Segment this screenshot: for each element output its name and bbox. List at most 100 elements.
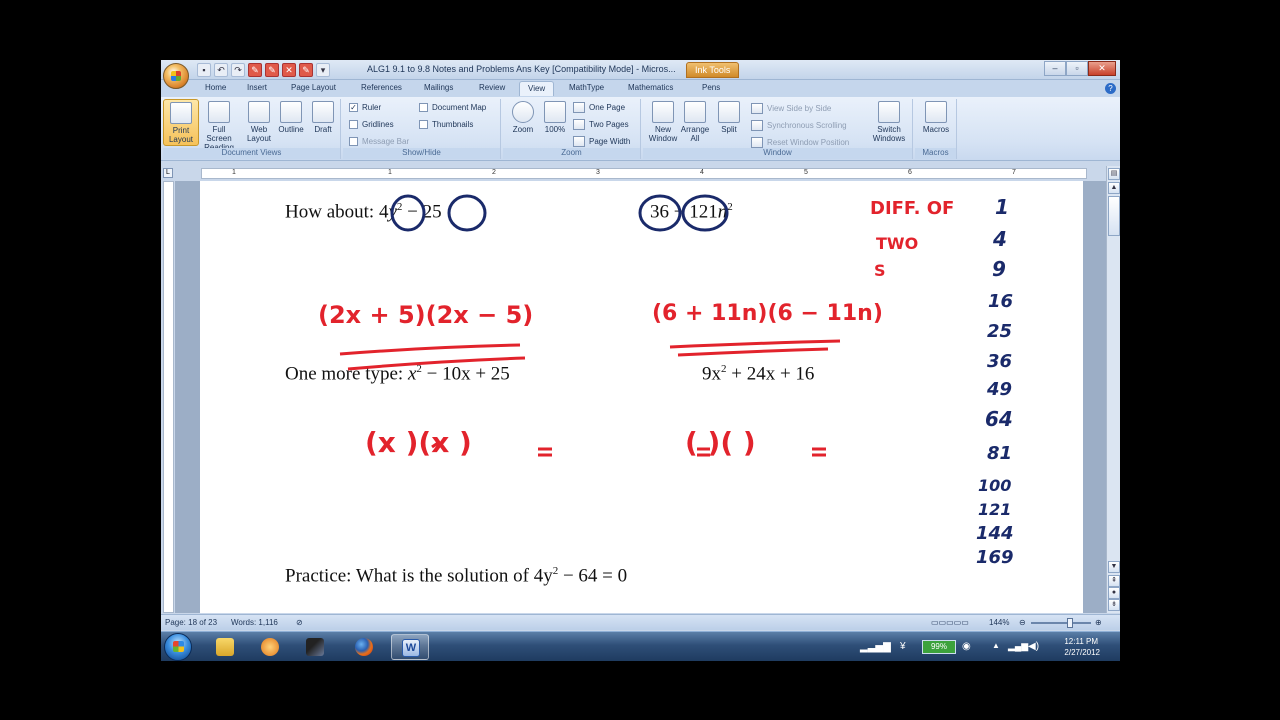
redo-icon[interactable]: ↷ [231, 63, 245, 77]
page-indicator[interactable]: Page: 18 of 23 [165, 618, 217, 627]
tab-mathtype[interactable]: MathType [569, 83, 604, 92]
switch-windows-button[interactable]: Switch Windows [869, 99, 909, 146]
ruler-checkbox[interactable]: ✓ Ruler [349, 103, 381, 112]
taskbar: W ▂▃▅▇ ¥ 99% ◉ ▲ ▂▄▆ ◀) 12:11 PM 2/27/20… [161, 631, 1120, 661]
zoom-slider-thumb[interactable] [1067, 618, 1073, 628]
zoom-button[interactable]: Zoom [505, 99, 541, 146]
split-button[interactable]: Split [711, 99, 747, 146]
taskbar-explorer[interactable] [206, 634, 244, 660]
show-hidden-icons[interactable]: ▲ [992, 641, 1000, 650]
window-title: ALG1 9.1 to 9.8 Notes and Problems Ans K… [367, 64, 676, 74]
macros-button[interactable]: Macros [918, 99, 954, 146]
scroll-thumb[interactable] [1108, 196, 1120, 236]
ruler-toggle-icon[interactable]: ▤ [1108, 168, 1120, 180]
document-map-checkbox[interactable]: Document Map [419, 103, 486, 112]
print-layout-button[interactable]: Print Layout [163, 99, 199, 146]
page-width-button[interactable]: Page Width [573, 136, 630, 147]
new-window-button[interactable]: New Window [645, 99, 681, 146]
restore-button[interactable]: ▫ [1066, 61, 1088, 76]
arrange-all-button[interactable]: Arrange All [677, 99, 713, 146]
clock-date[interactable]: 2/27/2012 [1064, 648, 1100, 657]
synchronous-scrolling-button[interactable]: Synchronous Scrolling [751, 120, 847, 131]
second-expression: 36 − 121n2 [650, 201, 733, 223]
previous-page-icon[interactable]: ⇞ [1108, 575, 1120, 587]
zoom-in-icon[interactable]: ⊕ [1095, 618, 1102, 627]
full-screen-reading-button[interactable]: Full Screen Reading [199, 99, 239, 152]
taskbar-firefox[interactable] [345, 634, 383, 660]
two-pages-button[interactable]: Two Pages [573, 119, 629, 130]
clock-time[interactable]: 12:11 PM [1064, 637, 1098, 646]
how-about-line: How about: 4y2 − 25 [285, 201, 442, 223]
tab-pens[interactable]: Pens [702, 83, 720, 92]
view-side-by-side-button[interactable]: View Side by Side [751, 103, 831, 114]
media-player-icon [261, 638, 279, 656]
ruler-number: 4 [700, 169, 704, 176]
browse-object-icon[interactable]: ● [1108, 587, 1120, 599]
volume-icon[interactable]: ◀) [1028, 641, 1039, 652]
outline-button[interactable]: Outline [273, 99, 309, 146]
close-button[interactable]: ✕ [1088, 61, 1116, 76]
scroll-down-icon[interactable]: ▼ [1108, 561, 1120, 573]
document-page[interactable]: How about: 4y2 − 25 36 − 121n2 (2x + 5)(… [200, 181, 1083, 613]
zoom-100-button[interactable]: 100% [537, 99, 573, 146]
message-bar-checkbox[interactable]: Message Bar [349, 137, 409, 146]
reset-window-position-button[interactable]: Reset Window Position [751, 137, 849, 148]
ink-tools-context-tab[interactable]: Ink Tools [686, 62, 740, 78]
customize-icon[interactable]: ▾ [316, 63, 330, 77]
battery-indicator[interactable]: 99% [922, 640, 956, 654]
taskbar-word[interactable]: W [391, 634, 429, 660]
page-100-icon [544, 101, 566, 123]
pen-icon[interactable]: ✎ [248, 63, 262, 77]
help-icon[interactable]: ? [1105, 83, 1116, 94]
taskbar-media-player[interactable] [251, 634, 289, 660]
square-number: 81 [987, 443, 1013, 464]
square-number: 169 [976, 547, 1014, 568]
thumbnails-checkbox[interactable]: Thumbnails [419, 120, 473, 129]
proofing-icon[interactable]: ⊘ [296, 618, 303, 627]
vertical-ruler[interactable] [163, 181, 174, 613]
gridlines-checkbox[interactable]: Gridlines [349, 120, 394, 129]
start-button[interactable] [164, 633, 192, 661]
zoom-out-icon[interactable]: ⊖ [1019, 618, 1026, 627]
office-button[interactable] [163, 63, 189, 89]
one-page-button[interactable]: One Page [573, 102, 625, 113]
highlighter-icon[interactable]: ✎ [265, 63, 279, 77]
ink-parens-right: ( )( ) [685, 426, 756, 459]
marker-icon[interactable]: ✎ [299, 63, 313, 77]
zoom-slider[interactable] [1031, 618, 1091, 628]
next-page-icon[interactable]: ⇟ [1108, 599, 1120, 611]
square-number: 36 [987, 351, 1013, 372]
view-buttons[interactable]: ▭▭▭▭▭ [931, 618, 969, 627]
camera-icon[interactable]: ◉ [962, 641, 971, 652]
tab-home[interactable]: Home [205, 83, 226, 92]
tab-insert[interactable]: Insert [247, 83, 267, 92]
vertical-scrollbar[interactable]: ▤ ▲ ▼ ⇞ ● ⇟ [1106, 166, 1120, 613]
draft-button[interactable]: Draft [305, 99, 341, 146]
tab-review[interactable]: Review [479, 83, 505, 92]
ink-note-diff-of: DIFF. OF [870, 198, 955, 219]
undo-icon[interactable]: ↶ [214, 63, 228, 77]
scroll-up-icon[interactable]: ▲ [1108, 182, 1120, 194]
tab-view[interactable]: View [519, 81, 555, 96]
square-number: 1 [995, 195, 1009, 219]
horizontal-ruler[interactable]: 1 1 2 3 4 5 6 7 [201, 168, 1087, 179]
save-icon[interactable]: ▪ [197, 63, 211, 77]
ink-factor-left: (2x + 5)(2x − 5) [318, 301, 534, 329]
web-layout-button[interactable]: Web Layout [241, 99, 277, 146]
minimize-button[interactable]: – [1044, 61, 1066, 76]
taskbar-app[interactable] [296, 634, 334, 660]
group-document-views: Print Layout Full Screen Reading Web Lay… [163, 99, 341, 159]
word-count[interactable]: Words: 1,116 [231, 618, 278, 627]
network-icon[interactable]: ▂▄▆ [1008, 641, 1028, 652]
windows-logo-icon [173, 641, 184, 652]
signal-strength-icon[interactable]: ▂▃▅▇ [860, 642, 891, 653]
wireless-icon[interactable]: ¥ [900, 641, 906, 652]
tab-mathematics[interactable]: Mathematics [628, 83, 673, 92]
zoom-level[interactable]: 144% [989, 618, 1009, 627]
tab-mailings[interactable]: Mailings [424, 83, 453, 92]
square-number: 144 [976, 523, 1014, 544]
eraser-icon[interactable]: ✕ [282, 63, 296, 77]
tab-references[interactable]: References [361, 83, 402, 92]
tab-selector[interactable]: L [163, 168, 173, 178]
tab-page-layout[interactable]: Page Layout [291, 83, 336, 92]
